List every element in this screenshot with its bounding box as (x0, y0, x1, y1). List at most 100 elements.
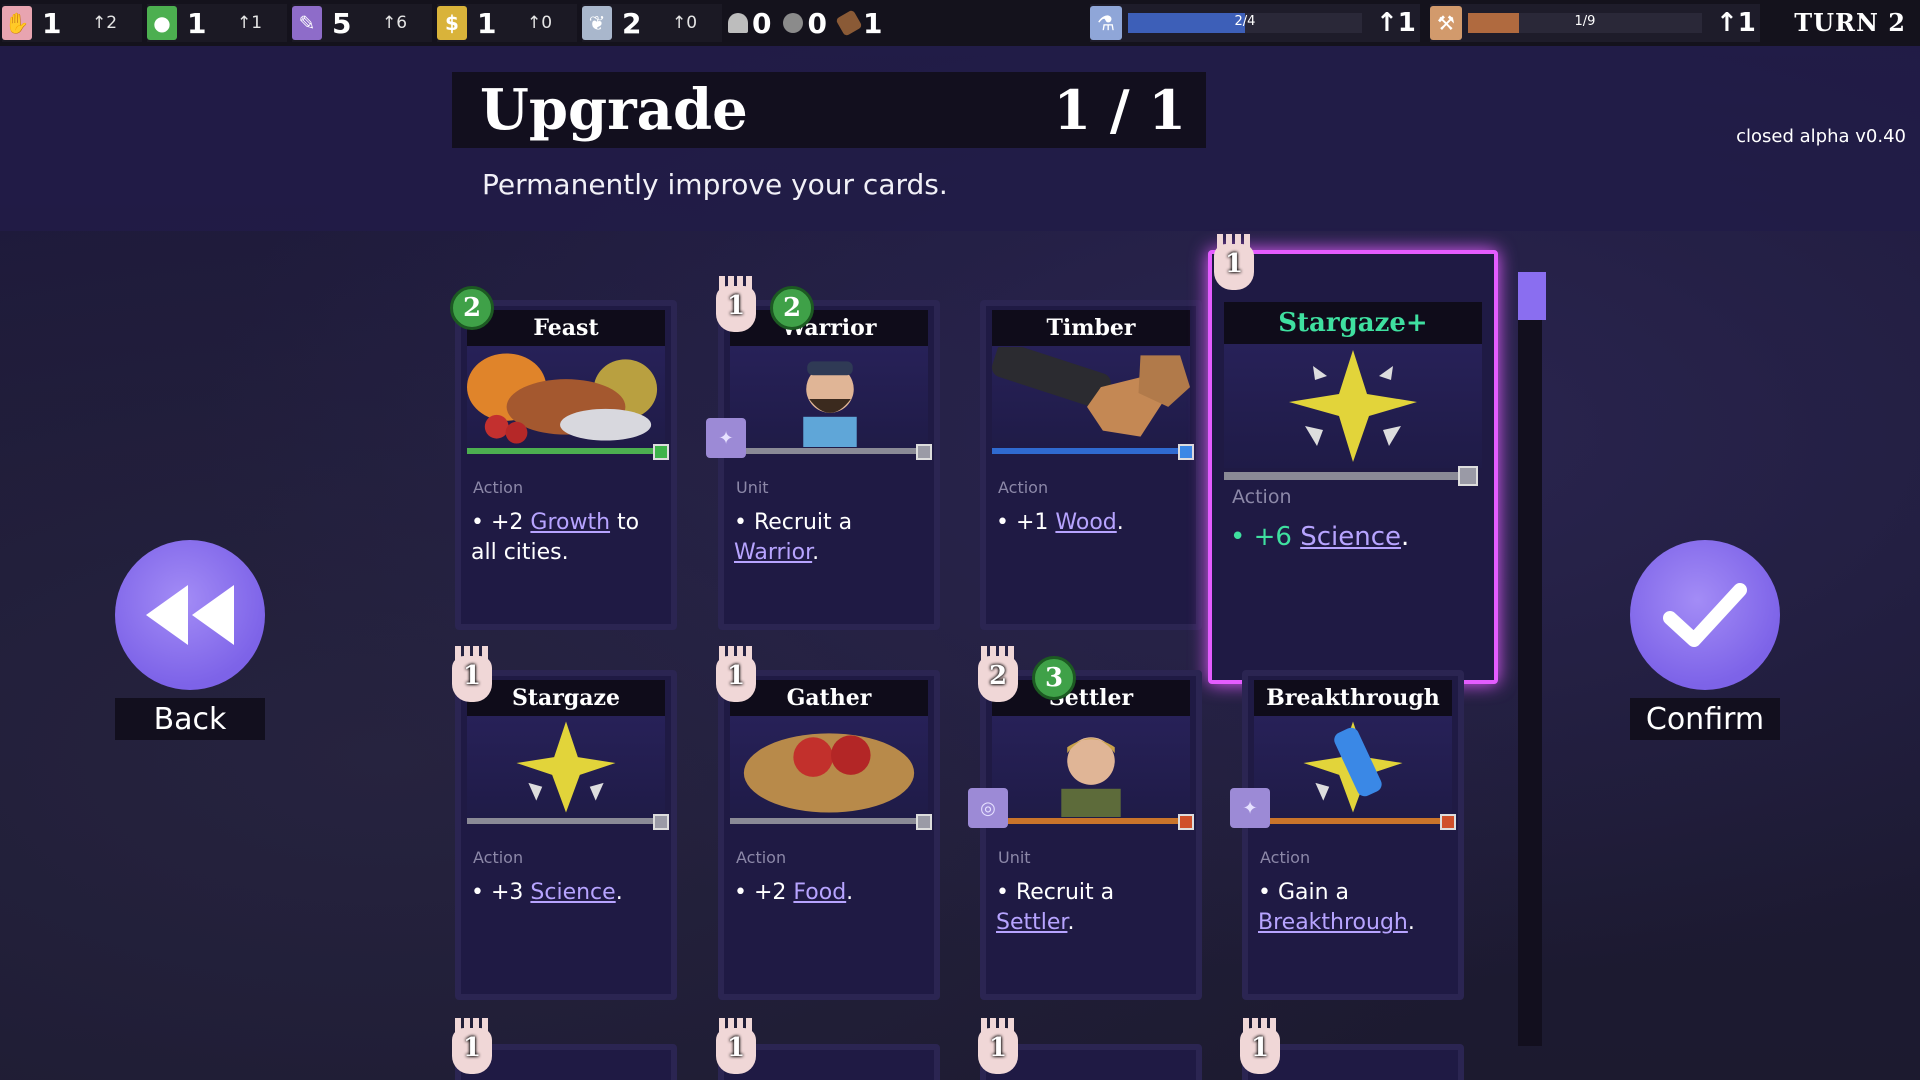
warrior-art (730, 346, 928, 448)
production-progress-text: 1/9 (1574, 14, 1596, 29)
card-description: • +1 Wood. (996, 508, 1186, 538)
hand-cost-badge: 1 (448, 1018, 496, 1074)
turn-counter: TURN 2 (1794, 8, 1906, 37)
card-list-scrollbar[interactable] (1518, 272, 1542, 1046)
card-description: • Recruit a Settler. (996, 878, 1186, 938)
gold-value: 1 (477, 6, 497, 40)
page-title: Upgrade (480, 77, 748, 143)
desc-suffix: . (1401, 522, 1410, 552)
rarity-bar (467, 448, 661, 454)
desc-suffix: . (615, 880, 623, 905)
settler-link[interactable]: Settler (996, 910, 1067, 935)
hand-gain: ↑2 (92, 13, 118, 33)
tag-icon: ◎ (968, 788, 1008, 828)
hand-cost-badge: 1 (712, 276, 760, 332)
flask-icon: ⚗ (1090, 6, 1122, 40)
food-resource: ● 1 ↑1 (147, 4, 287, 42)
minor-resources: 0 0 1 (728, 4, 890, 42)
apple-icon: ● (147, 6, 177, 40)
faith-resource: ❦ 2 ↑0 (582, 4, 722, 42)
timber-art (992, 346, 1190, 448)
card-type: Action (1232, 486, 1292, 508)
science-link[interactable]: Science (1300, 522, 1401, 552)
card-breakthrough[interactable]: Breakthrough Action • Gain a Breakthroug… (1242, 670, 1464, 1000)
faith-gain: ↑0 (672, 13, 698, 33)
gather-art (730, 716, 928, 818)
gold-gain: ↑0 (527, 13, 553, 33)
gold-resource: $ 1 ↑0 (437, 4, 577, 42)
upgrade-counter: 1 / 1 (1053, 78, 1186, 142)
game-board-background (0, 0, 1920, 1080)
food-link[interactable]: Food (793, 880, 846, 905)
rarity-bar (992, 818, 1186, 824)
card-type: Unit (998, 848, 1031, 867)
card-type: Unit (736, 478, 769, 497)
desc-suffix: . (846, 880, 854, 905)
food-cost-badge: 2 (450, 286, 494, 330)
horse-icon (728, 13, 748, 33)
rarity-gem (916, 814, 932, 830)
card-description: • +2 Food. (734, 878, 924, 908)
science-track: 2/4 (1128, 13, 1362, 33)
rarity-gem (1178, 444, 1194, 460)
hand-cost-badge: 1 (712, 646, 760, 702)
feather-icon: ✎ (292, 6, 322, 40)
card-stargaze[interactable]: Stargaze Action • +3 Science. (455, 670, 677, 1000)
rarity-bar (1254, 818, 1448, 824)
growth-link[interactable]: Growth (530, 510, 610, 535)
scrollbar-thumb[interactable] (1518, 272, 1546, 320)
breakthrough-art (1254, 716, 1452, 818)
hammer-icon: ⚒ (1430, 6, 1462, 40)
card-feast[interactable]: Feast Action • +2 Growth to all cities. (455, 300, 677, 630)
version-label: closed alpha v0.40 (1736, 126, 1906, 147)
settler-art (992, 716, 1190, 818)
desc-prefix: • Recruit a (996, 880, 1115, 905)
card-gather[interactable]: Gather Action • +2 Food. (718, 670, 940, 1000)
money-bag-icon: $ (437, 6, 467, 40)
science-progress-text: 2/4 (1234, 14, 1256, 29)
hand-cost-badge: 1 (1236, 1018, 1284, 1074)
horse-value: 0 (752, 6, 772, 40)
confirm-button[interactable] (1630, 540, 1780, 690)
checkmark-icon (1663, 583, 1747, 647)
card-description: • Recruit a Warrior. (734, 508, 924, 568)
stargaze-art (467, 716, 665, 818)
science-link[interactable]: Science (530, 880, 615, 905)
card-stargaze-plus-selected[interactable]: Stargaze+ Action • +6 Science. (1208, 250, 1498, 684)
card-description: • Gain a Breakthrough. (1258, 878, 1448, 938)
food-gain: ↑1 (237, 13, 263, 33)
confirm-label[interactable]: Confirm (1630, 698, 1780, 740)
hand-resource: ✋ 1 ↑2 (2, 4, 142, 42)
rarity-bar (992, 448, 1186, 454)
wood-link[interactable]: Wood (1055, 510, 1116, 535)
desc-suffix: . (812, 540, 820, 565)
card-warrior[interactable]: Warrior Unit • Recruit a Warrior. (718, 300, 940, 630)
card-timber[interactable]: Timber Action • +1 Wood. (980, 300, 1202, 630)
culture-resource: ✎ 5 ↑6 (292, 4, 432, 42)
page-subtitle: Permanently improve your cards. (482, 168, 948, 201)
science-progress: ⚗ 2/4 ↑1 (1090, 4, 1420, 42)
warrior-link[interactable]: Warrior (734, 540, 812, 565)
rarity-bar (730, 818, 924, 824)
card-name: Stargaze (467, 680, 665, 716)
card-type: Action (998, 478, 1049, 497)
rarity-bar (1224, 472, 1468, 480)
back-button[interactable] (115, 540, 265, 690)
production-track: 1/9 (1468, 13, 1702, 33)
card-settler[interactable]: Settler Unit • Recruit a Settler. (980, 670, 1202, 1000)
feast-art (467, 346, 665, 448)
card-type: Action (473, 478, 524, 497)
card-type: Action (736, 848, 787, 867)
breakthrough-link[interactable]: Breakthrough (1258, 910, 1408, 935)
card-type: Action (1260, 848, 1311, 867)
dove-icon: ❦ (582, 6, 612, 40)
desc-prefix: • +2 (734, 880, 794, 905)
food-cost-badge: 2 (770, 286, 814, 330)
card-name: Breakthrough (1254, 680, 1452, 716)
back-label[interactable]: Back (115, 698, 265, 740)
desc-suffix: . (1116, 510, 1124, 535)
rarity-gem (1440, 814, 1456, 830)
desc-prefix: • +2 (471, 510, 531, 535)
card-description: • +2 Growth to all cities. (471, 508, 661, 568)
food-value: 1 (187, 6, 207, 40)
